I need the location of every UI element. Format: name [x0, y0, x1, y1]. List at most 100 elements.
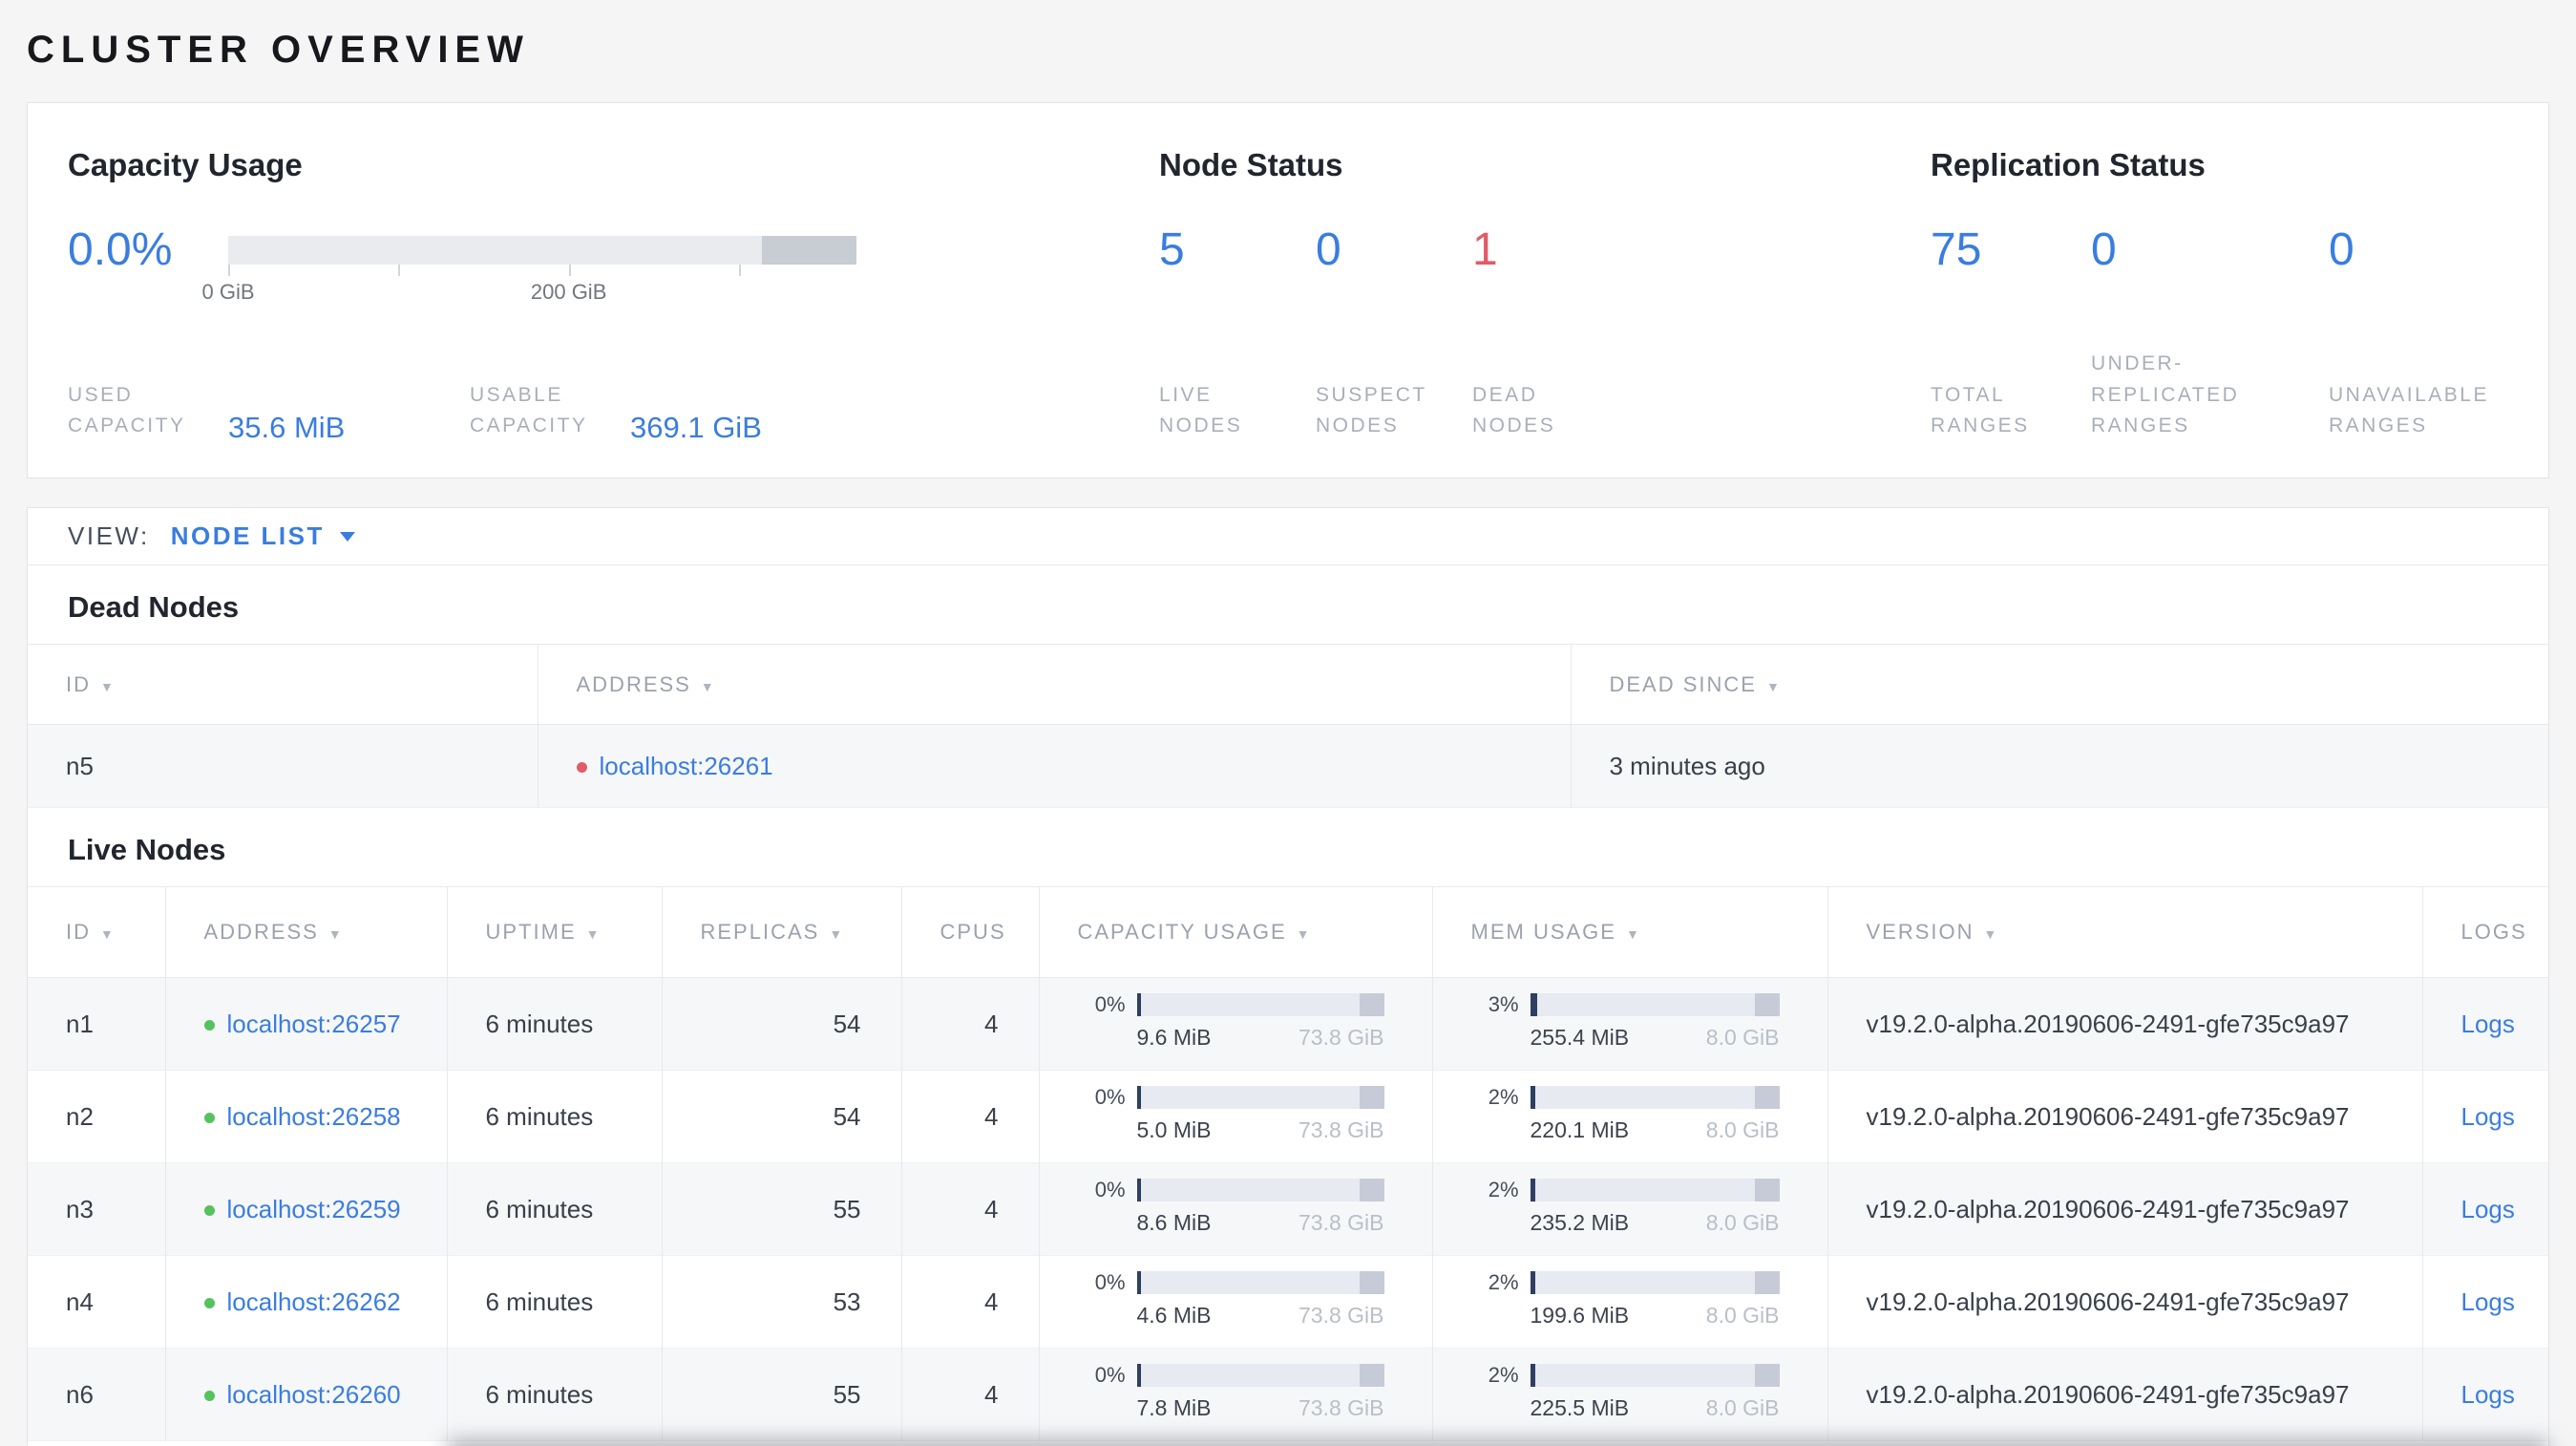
logs-link[interactable]: Logs — [2461, 1010, 2515, 1038]
sort-desc-icon: ▼ — [1625, 926, 1639, 942]
mem-bar-fill — [1530, 1271, 1535, 1294]
cluster-summary-card: Capacity Usage 0.0% 0 GiB 200 GiB USED C… — [27, 102, 2549, 478]
mem-bar — [1530, 1086, 1780, 1109]
cpus-cell: 4 — [901, 1070, 1040, 1163]
capacity-usage-cell: 0% 5.0 MiB 73.8 GiB — [1039, 1070, 1433, 1163]
total-ranges-stat: 75 TOTAL RANGES — [1931, 223, 2091, 442]
mem-percent: 2% — [1488, 1085, 1519, 1109]
suspect-nodes-label: SUSPECT NODES — [1316, 383, 1427, 437]
logs-link[interactable]: Logs — [2461, 1102, 2515, 1131]
table-header-row: ID ▼ ADDRESS ▼ DEAD SINCE ▼ — [28, 644, 2548, 725]
mem-used-value: 220.1 MiB — [1530, 1117, 1630, 1142]
sort-desc-icon: ▼ — [700, 678, 714, 694]
gauge-tick-label-mid: 200 GiB — [530, 279, 607, 304]
mem-bar-fill — [1530, 1086, 1535, 1109]
node-id-cell: n2 — [28, 1070, 166, 1163]
capacity-percent: 0% — [1094, 1085, 1126, 1109]
live-nodes-stat: 5 LIVE NODES — [1159, 223, 1316, 442]
node-address-cell: localhost:26261 — [538, 724, 1572, 808]
node-id-cell: n3 — [28, 1162, 166, 1256]
node-list-card: VIEW: NODE LIST Dead Nodes ID ▼ ADDRESS ▼ … — [27, 507, 2549, 1446]
live-nodes-label: LIVE NODES — [1159, 383, 1243, 437]
logs-cell: Logs — [2422, 1256, 2548, 1349]
dead-nodes-stat: 1 DEAD NODES — [1472, 223, 1629, 442]
used-capacity-stat: USED CAPACITY 35.6 MiB — [68, 380, 470, 444]
logs-link[interactable]: Logs — [2461, 1287, 2515, 1316]
page-title: CLUSTER OVERVIEW — [27, 29, 530, 71]
total-ranges-label: TOTAL RANGES — [1931, 383, 2030, 437]
sort-desc-icon: ▼ — [1765, 678, 1780, 694]
gauge-tick-label-start: 0 GiB — [201, 279, 255, 304]
table-row: n3 localhost:26259 6 minutes 55 4 0% 8.6… — [28, 1162, 2548, 1256]
capacity-used-value: 9.6 MiB — [1136, 1025, 1212, 1050]
dead-nodes-value: 1 — [1472, 224, 1498, 275]
node-id-cell: n5 — [28, 724, 538, 808]
node-address-link[interactable]: localhost:26258 — [227, 1102, 401, 1131]
node-status-section: Node Status 5 LIVE NODES 0 SUSPECT NODES… — [1159, 147, 1931, 436]
node-id-cell: n4 — [28, 1255, 166, 1349]
node-live-icon — [203, 1204, 215, 1216]
uptime-cell: 6 minutes — [447, 1070, 663, 1163]
mem-usage-cell: 2% 220.1 MiB 8.0 GiB — [1432, 1070, 1828, 1163]
capacity-usage-cell: 0% 7.8 MiB 73.8 GiB — [1039, 1348, 1433, 1441]
sort-desc-icon: ▼ — [327, 926, 342, 942]
col-header-logs: LOGS — [2422, 886, 2548, 978]
capacity-used-value: 5.0 MiB — [1136, 1117, 1212, 1142]
node-address-link[interactable]: localhost:26260 — [227, 1380, 401, 1409]
sort-desc-icon: ▼ — [585, 926, 600, 942]
capacity-usage-cell: 0% 9.6 MiB 73.8 GiB — [1039, 977, 1433, 1071]
sort-desc-icon: ▼ — [829, 926, 843, 942]
col-header-id[interactable]: ID ▼ — [28, 886, 166, 978]
node-live-icon — [203, 1297, 215, 1308]
logs-cell: Logs — [2422, 978, 2548, 1071]
capacity-bar-end-segment — [1359, 1086, 1384, 1109]
node-id-cell: n6 — [28, 1348, 166, 1441]
used-capacity-value: 35.6 MiB — [228, 411, 346, 444]
mem-bar-fill — [1530, 1364, 1535, 1387]
node-address-cell: localhost:26259 — [165, 1162, 448, 1256]
col-header-address[interactable]: ADDRESS ▼ — [538, 644, 1572, 725]
node-address-link[interactable]: localhost:26262 — [227, 1287, 401, 1316]
table-row: n1 localhost:26257 6 minutes 54 4 0% 9.6… — [28, 977, 2548, 1071]
mem-bar-end-segment — [1754, 1179, 1780, 1201]
node-address-link[interactable]: localhost:26261 — [600, 752, 773, 780]
replicas-cell: 54 — [662, 977, 902, 1071]
capacity-bar-fill — [1136, 1364, 1141, 1387]
mem-used-value: 225.5 MiB — [1530, 1395, 1630, 1420]
logs-link[interactable]: Logs — [2461, 1380, 2515, 1409]
view-bar: VIEW: NODE LIST — [28, 508, 2548, 565]
table-header-row: ID ▼ ADDRESS ▼ UPTIME ▼ REPLICAS ▼ CPUS CAPA… — [28, 886, 2548, 978]
col-header-address[interactable]: ADDRESS ▼ — [165, 886, 448, 978]
capacity-gauge: 0 GiB 200 GiB — [201, 235, 856, 304]
node-address-link[interactable]: localhost:26257 — [227, 1010, 401, 1038]
gauge-tick — [398, 264, 401, 276]
mem-total-value: 8.0 GiB — [1705, 1395, 1780, 1420]
capacity-total-value: 73.8 GiB — [1299, 1395, 1384, 1420]
sort-desc-icon: ▼ — [100, 926, 114, 942]
col-header-replicas[interactable]: REPLICAS ▼ — [662, 886, 902, 978]
total-ranges-value: 75 — [1931, 224, 1982, 275]
col-header-mem-usage[interactable]: MEM USAGE ▼ — [1432, 886, 1828, 978]
node-address-link[interactable]: localhost:26259 — [227, 1195, 401, 1223]
replicas-cell: 53 — [662, 1255, 902, 1349]
gauge-tick — [738, 264, 741, 276]
capacity-bar — [1136, 993, 1384, 1016]
col-header-capacity-usage[interactable]: CAPACITY USAGE ▼ — [1039, 886, 1433, 978]
col-header-dead-since[interactable]: DEAD SINCE ▼ — [1571, 644, 2548, 725]
col-header-version[interactable]: VERSION ▼ — [1827, 886, 2423, 978]
uptime-cell: 6 minutes — [447, 977, 663, 1071]
view-selector[interactable]: NODE LIST — [171, 521, 355, 551]
table-row: n5 localhost:26261 3 minutes ago — [28, 724, 2548, 808]
cpus-cell: 4 — [901, 1348, 1040, 1441]
col-header-uptime[interactable]: UPTIME ▼ — [447, 886, 663, 978]
logs-cell: Logs — [2422, 1071, 2548, 1163]
mem-bar-fill — [1530, 1179, 1535, 1201]
under-replicated-ranges-value: 0 — [2091, 224, 2117, 275]
col-header-id[interactable]: ID ▼ — [28, 644, 538, 725]
mem-bar — [1530, 1271, 1780, 1294]
logs-link[interactable]: Logs — [2461, 1195, 2515, 1223]
capacity-total-value: 73.8 GiB — [1299, 1025, 1384, 1050]
cluster-overview-page: CLUSTER OVERVIEW Capacity Usage 0.0% 0 G… — [0, 0, 2576, 1446]
mem-percent: 2% — [1488, 1363, 1519, 1387]
mem-bar-end-segment — [1754, 1271, 1780, 1294]
